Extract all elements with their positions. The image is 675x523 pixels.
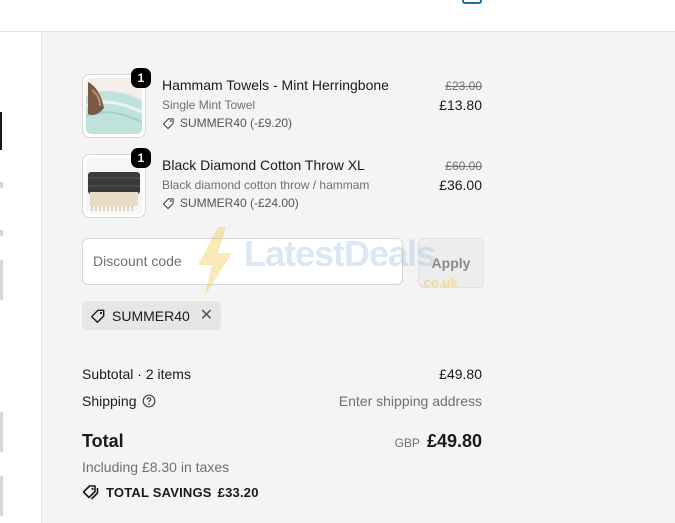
order-summary: 1 Hammam Towels - Mint Herringbone Singl…: [42, 32, 675, 523]
tag-icon: [82, 485, 99, 500]
help-icon[interactable]: [142, 394, 156, 408]
discount-form: Apply: [82, 238, 484, 288]
total-amount-group: GBP £49.80: [395, 431, 482, 452]
item-original-price: £60.00: [445, 159, 482, 173]
subtotal-value: £49.80: [439, 366, 482, 382]
checkout-main-column: [0, 32, 42, 523]
field-edge: [0, 412, 3, 452]
total-currency: GBP: [394, 436, 420, 450]
item-price: £13.80: [439, 97, 482, 113]
shipping-label-group: Shipping: [82, 393, 156, 409]
field-edge: [0, 230, 3, 236]
discount-code-input[interactable]: [82, 238, 403, 285]
item-variant: Black diamond cotton throw / hammam: [162, 178, 370, 192]
shipping-label: Shipping: [82, 393, 137, 409]
total-savings-label: TOTAL SAVINGS: [106, 484, 212, 500]
applied-discount-code: SUMMER40: [112, 307, 190, 324]
subtotal-label: Subtotal · 2 items: [82, 366, 191, 382]
field-edge: [0, 182, 3, 188]
line-item: 1 Black Diamond Cotton Throw XL Black di…: [82, 148, 482, 218]
top-header: [0, 0, 675, 32]
tag-icon: [162, 197, 174, 209]
item-name: Black Diamond Cotton Throw XL: [162, 157, 365, 173]
item-original-price: £23.00: [445, 79, 482, 93]
total-label: Total: [82, 431, 124, 451]
product-thumbnail: 1: [82, 148, 151, 218]
item-discount-text: SUMMER40 (-£9.20): [180, 116, 293, 130]
quantity-badge: 1: [131, 148, 151, 168]
total-value: £49.80: [426, 431, 482, 451]
tag-icon: [162, 117, 174, 129]
applied-discount-chip: SUMMER40 ✕: [82, 301, 222, 330]
cart-icon[interactable]: [462, 0, 482, 4]
line-item: 1 Hammam Towels - Mint Herringbone Singl…: [82, 68, 482, 138]
tag-icon: [91, 309, 105, 323]
product-thumbnail: 1: [82, 68, 151, 138]
item-discount-text: SUMMER40 (-£24.00): [180, 196, 299, 210]
item-discount: SUMMER40 (-£9.20): [162, 116, 292, 130]
remove-discount-icon[interactable]: ✕: [200, 307, 213, 324]
total-savings: TOTAL SAVINGS £33.20: [82, 484, 259, 500]
quantity-badge: 1: [131, 68, 151, 88]
field-edge: [0, 260, 3, 300]
tax-note: Including £8.30 in taxes: [82, 459, 230, 475]
item-variant: Single Mint Towel: [162, 98, 256, 112]
field-edge: [0, 112, 2, 150]
item-name: Hammam Towels - Mint Herringbone: [162, 77, 389, 93]
total-savings-value: £33.20: [217, 484, 259, 500]
field-edge: [0, 476, 3, 516]
apply-discount-button[interactable]: Apply: [418, 238, 484, 288]
total-row: Total GBP £49.80: [82, 431, 482, 457]
shipping-value: Enter shipping address: [338, 393, 482, 409]
item-discount: SUMMER40 (-£24.00): [162, 196, 299, 210]
item-price: £36.00: [439, 177, 482, 193]
